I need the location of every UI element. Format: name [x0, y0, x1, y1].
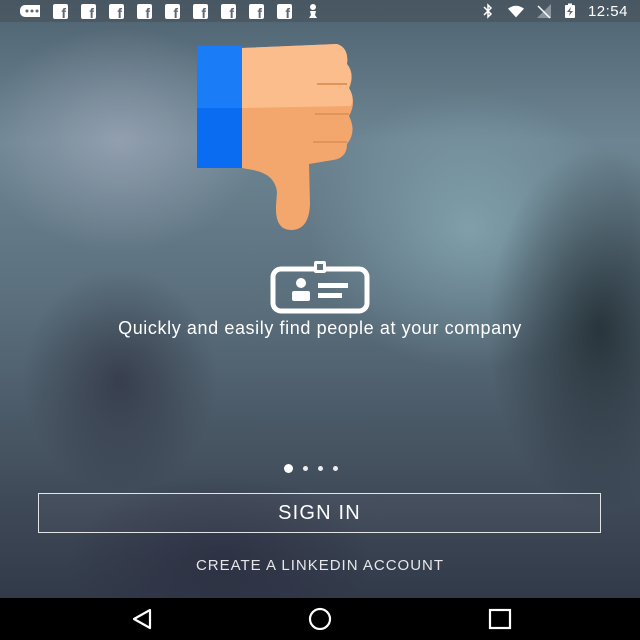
facebook-icon — [109, 3, 124, 21]
status-time: 12:54 — [587, 2, 628, 20]
bluetooth-icon — [483, 3, 493, 19]
facebook-icon — [249, 3, 264, 21]
facebook-icon — [81, 3, 96, 21]
onboarding-tagline: Quickly and easily find people at your c… — [118, 318, 522, 338]
battery-charging-icon — [564, 3, 575, 18]
no-signal-icon — [536, 4, 551, 19]
page-dot-1[interactable] — [284, 463, 293, 473]
recents-icon[interactable] — [486, 606, 514, 632]
status-indicators: 12:54 — [480, 2, 628, 20]
back-icon[interactable] — [128, 606, 156, 632]
facebook-icon — [53, 3, 68, 21]
facebook-icon — [193, 3, 208, 21]
notification-chat-icon — [20, 5, 40, 17]
wifi-icon — [507, 5, 524, 18]
navigation-bar — [0, 598, 640, 640]
create-account-link[interactable]: CREATE A LINKEDIN ACCOUNT — [120, 557, 520, 574]
page-dot-4[interactable] — [333, 465, 338, 471]
facebook-icon — [165, 3, 180, 21]
facebook-icon — [137, 3, 152, 21]
chess-pawn-icon — [309, 4, 317, 18]
page-indicator[interactable] — [284, 462, 356, 474]
notification-icons — [14, 3, 321, 21]
app-screen: 12:54 Quickly and easily find people at … — [0, 0, 640, 640]
facebook-icon — [221, 3, 236, 21]
id-badge-icon — [270, 261, 370, 314]
thumbs-down-icon — [197, 44, 353, 230]
status-bar: 12:54 — [0, 0, 640, 22]
sign-in-button[interactable]: SIGN IN — [38, 493, 601, 533]
facebook-icon — [277, 3, 292, 21]
home-icon[interactable] — [306, 606, 334, 632]
page-dot-2[interactable] — [303, 465, 308, 471]
page-dot-3[interactable] — [318, 465, 323, 471]
